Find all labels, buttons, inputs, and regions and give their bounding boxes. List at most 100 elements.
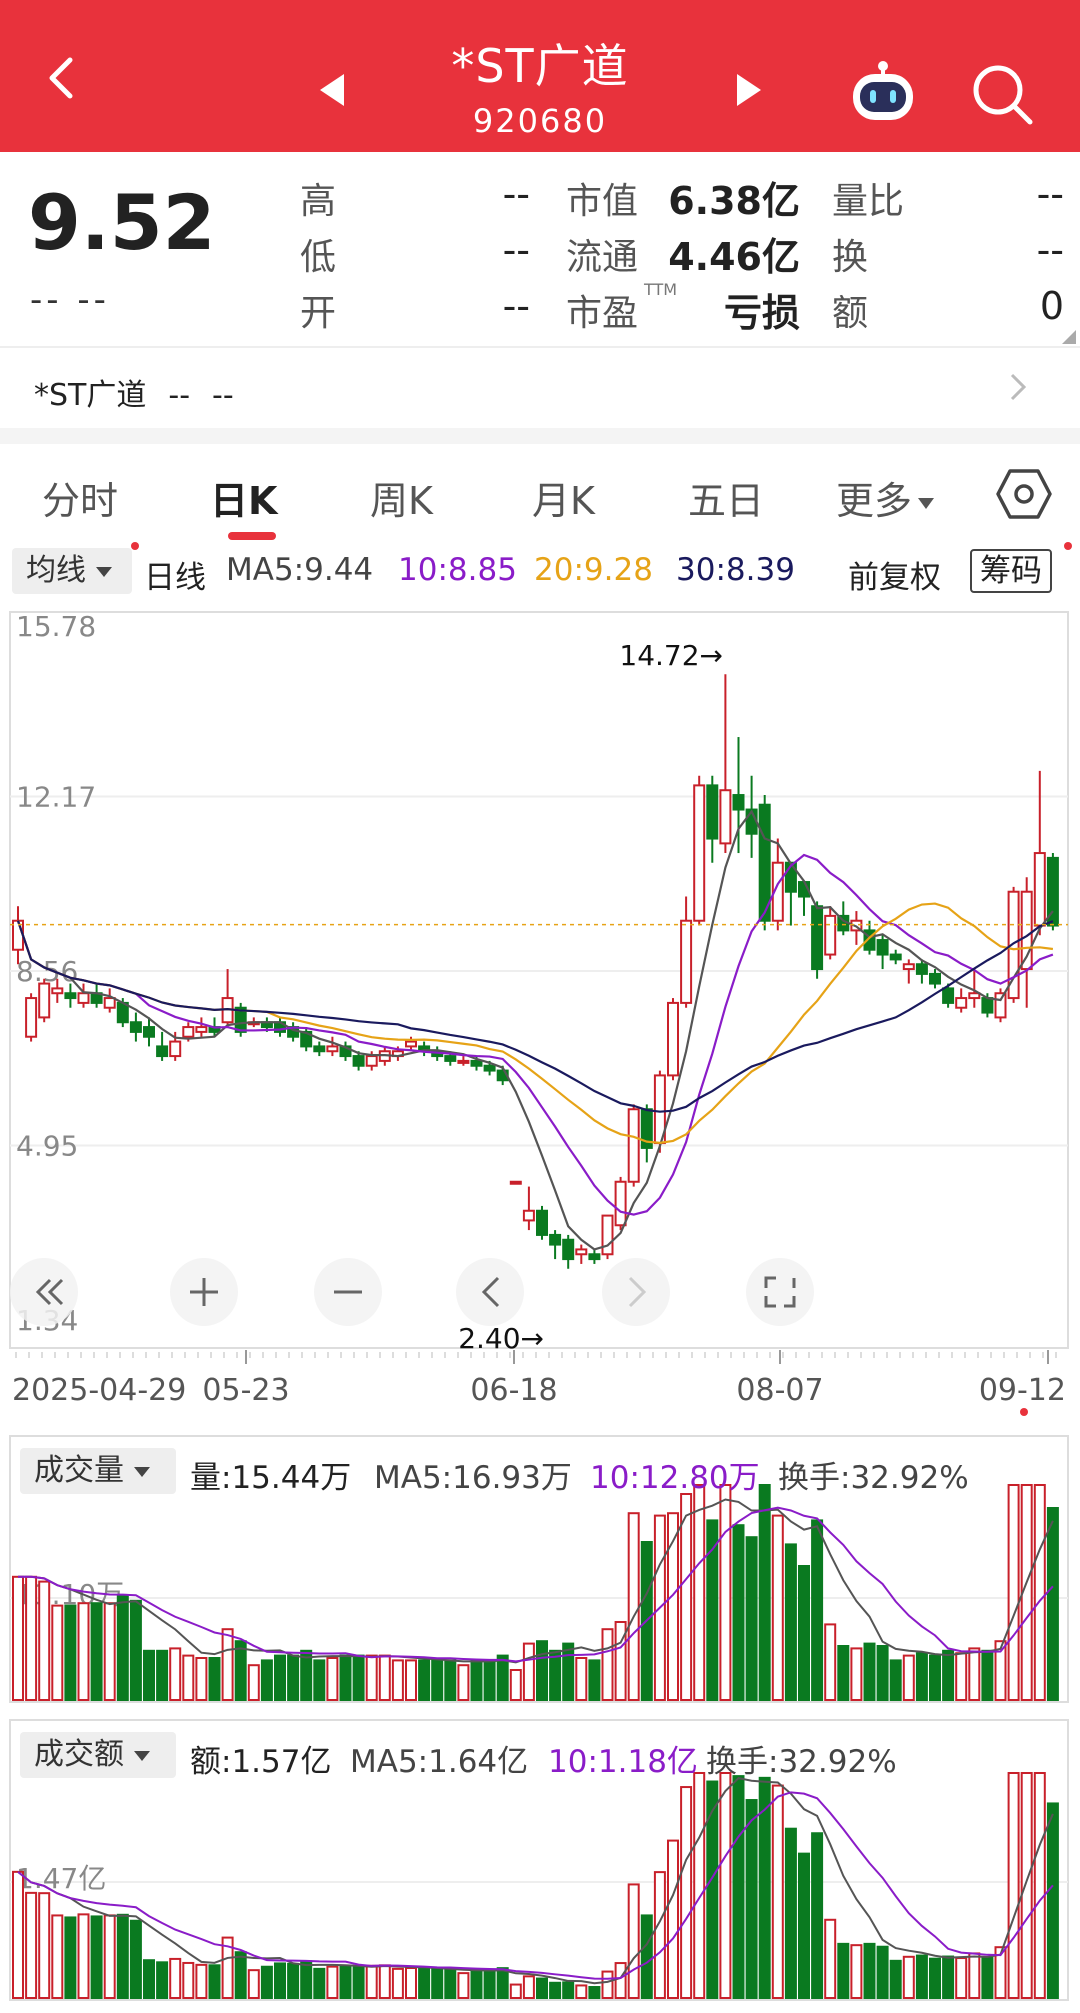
amount-bar xyxy=(287,1962,300,1999)
chevron-down-icon xyxy=(134,1750,150,1761)
amount-bar xyxy=(863,1942,876,1999)
volume-bar xyxy=(208,1657,221,1701)
x-tick-label: 05-23 xyxy=(202,1373,289,1408)
amount-bar xyxy=(90,1915,103,1999)
volume-bar xyxy=(51,1604,64,1701)
amount-bar xyxy=(418,1967,431,1999)
x-tick-label: 2025-04-29 xyxy=(12,1373,186,1408)
amount-bar xyxy=(640,1914,653,2000)
candle-body xyxy=(915,963,928,975)
volume-bar xyxy=(758,1484,771,1701)
amount-bar xyxy=(182,1961,195,2000)
candle-body xyxy=(876,939,889,956)
volume-bar xyxy=(313,1659,326,1702)
low-annotation: 2.40→ xyxy=(458,1322,544,1355)
volume-bar xyxy=(824,1623,837,1702)
amount-bar xyxy=(195,1963,208,2000)
candle-body xyxy=(942,987,955,1004)
volume-bar xyxy=(103,1602,116,1701)
amount-bar xyxy=(247,1969,260,2000)
amount-bar xyxy=(457,1972,470,2000)
amount-bar xyxy=(352,1965,365,2000)
candle-body xyxy=(588,1253,601,1261)
candle-body xyxy=(1033,852,1046,927)
volume-bar xyxy=(771,1514,784,1701)
amount-bar xyxy=(1033,1772,1046,1999)
amount-bar xyxy=(169,1957,182,2000)
amount-bar xyxy=(509,1983,522,2000)
amount-bar xyxy=(38,1892,51,1999)
amount-bar xyxy=(601,1970,614,1999)
amount-bar xyxy=(260,1965,273,2000)
volume-bar xyxy=(811,1519,824,1702)
ma5-line xyxy=(16,809,1054,1251)
amount-bar xyxy=(326,1965,339,2000)
volume-ma5-line xyxy=(18,1498,1054,1664)
volume-bar xyxy=(391,1659,404,1702)
amount-value: 额:1.57亿 xyxy=(190,1744,332,1780)
candle-body xyxy=(955,997,968,1009)
ma10-line xyxy=(16,853,1054,1216)
volume-bar xyxy=(77,1602,90,1701)
volume-bar xyxy=(457,1664,470,1701)
amount-bar xyxy=(889,1959,902,2000)
candle-body xyxy=(889,953,902,961)
amount-dropdown[interactable]: 成交额 xyxy=(20,1732,176,1778)
candle-body xyxy=(169,1040,182,1058)
volume-bar xyxy=(195,1657,208,1701)
amount-turnover: 换手:32.92% xyxy=(706,1744,897,1780)
amount-bar xyxy=(274,1962,286,2000)
ma20-line xyxy=(16,902,1054,1144)
amount-bar xyxy=(156,1961,169,1999)
candle-body xyxy=(77,992,90,1004)
candle-body xyxy=(732,794,745,811)
amount-bar xyxy=(25,1891,38,2000)
y-tick-label: 15.78 xyxy=(16,610,96,643)
candle-body xyxy=(627,1108,640,1183)
candle-body xyxy=(968,992,981,1000)
volume-bar xyxy=(745,1536,758,1701)
amount-bar xyxy=(483,1969,496,1999)
volume-bar xyxy=(693,1484,706,1701)
amount-bar xyxy=(1046,1802,1059,1999)
volume-bar xyxy=(522,1642,535,1701)
candle-body xyxy=(365,1055,378,1067)
volume-bar xyxy=(444,1659,457,1702)
candle-body xyxy=(326,1045,339,1053)
volume-bar xyxy=(968,1647,981,1702)
volume-bar xyxy=(850,1647,863,1702)
amount-bar xyxy=(431,1968,444,2000)
fullscreen-icon-button[interactable] xyxy=(746,1258,814,1326)
candle-body xyxy=(562,1238,575,1261)
volume-bar xyxy=(287,1654,300,1701)
amount-bar xyxy=(653,1871,666,1999)
candle-body xyxy=(575,1248,588,1256)
volume-bar xyxy=(798,1565,810,1701)
volume-dropdown[interactable]: 成交量 xyxy=(20,1448,176,1494)
amount-bar xyxy=(811,1832,824,2000)
volume-bar xyxy=(470,1659,483,1702)
amount-bar xyxy=(706,1780,719,1999)
amount-bar xyxy=(51,1914,64,2000)
volume-bar xyxy=(837,1645,850,1701)
volume-bar xyxy=(182,1654,195,1701)
candle-body xyxy=(38,982,51,1019)
volume-bar xyxy=(483,1659,496,1702)
amount-bar xyxy=(876,1945,889,1999)
volume-ma10-line xyxy=(18,1506,1054,1663)
y-tick-label: 12.17 xyxy=(16,781,96,814)
volume-bar xyxy=(575,1657,588,1701)
amount-bar xyxy=(850,1944,863,2000)
volume-bar xyxy=(863,1642,876,1701)
amount-bar xyxy=(143,1959,155,1999)
amount-bar xyxy=(12,1870,24,1999)
kline-chart[interactable]: 15.7812.178.564.951.3414.72→2.40→2025-04… xyxy=(0,0,1080,2013)
volume-bar xyxy=(247,1664,260,1701)
double-left-icon-button[interactable] xyxy=(10,1258,78,1326)
left-icon-button[interactable] xyxy=(456,1258,524,1326)
volume-bar xyxy=(929,1654,941,1701)
right-icon-button[interactable] xyxy=(602,1258,670,1326)
amount-bar xyxy=(968,1952,981,2000)
x-tick-label: 06-18 xyxy=(470,1373,557,1408)
volume-bar xyxy=(169,1647,182,1702)
